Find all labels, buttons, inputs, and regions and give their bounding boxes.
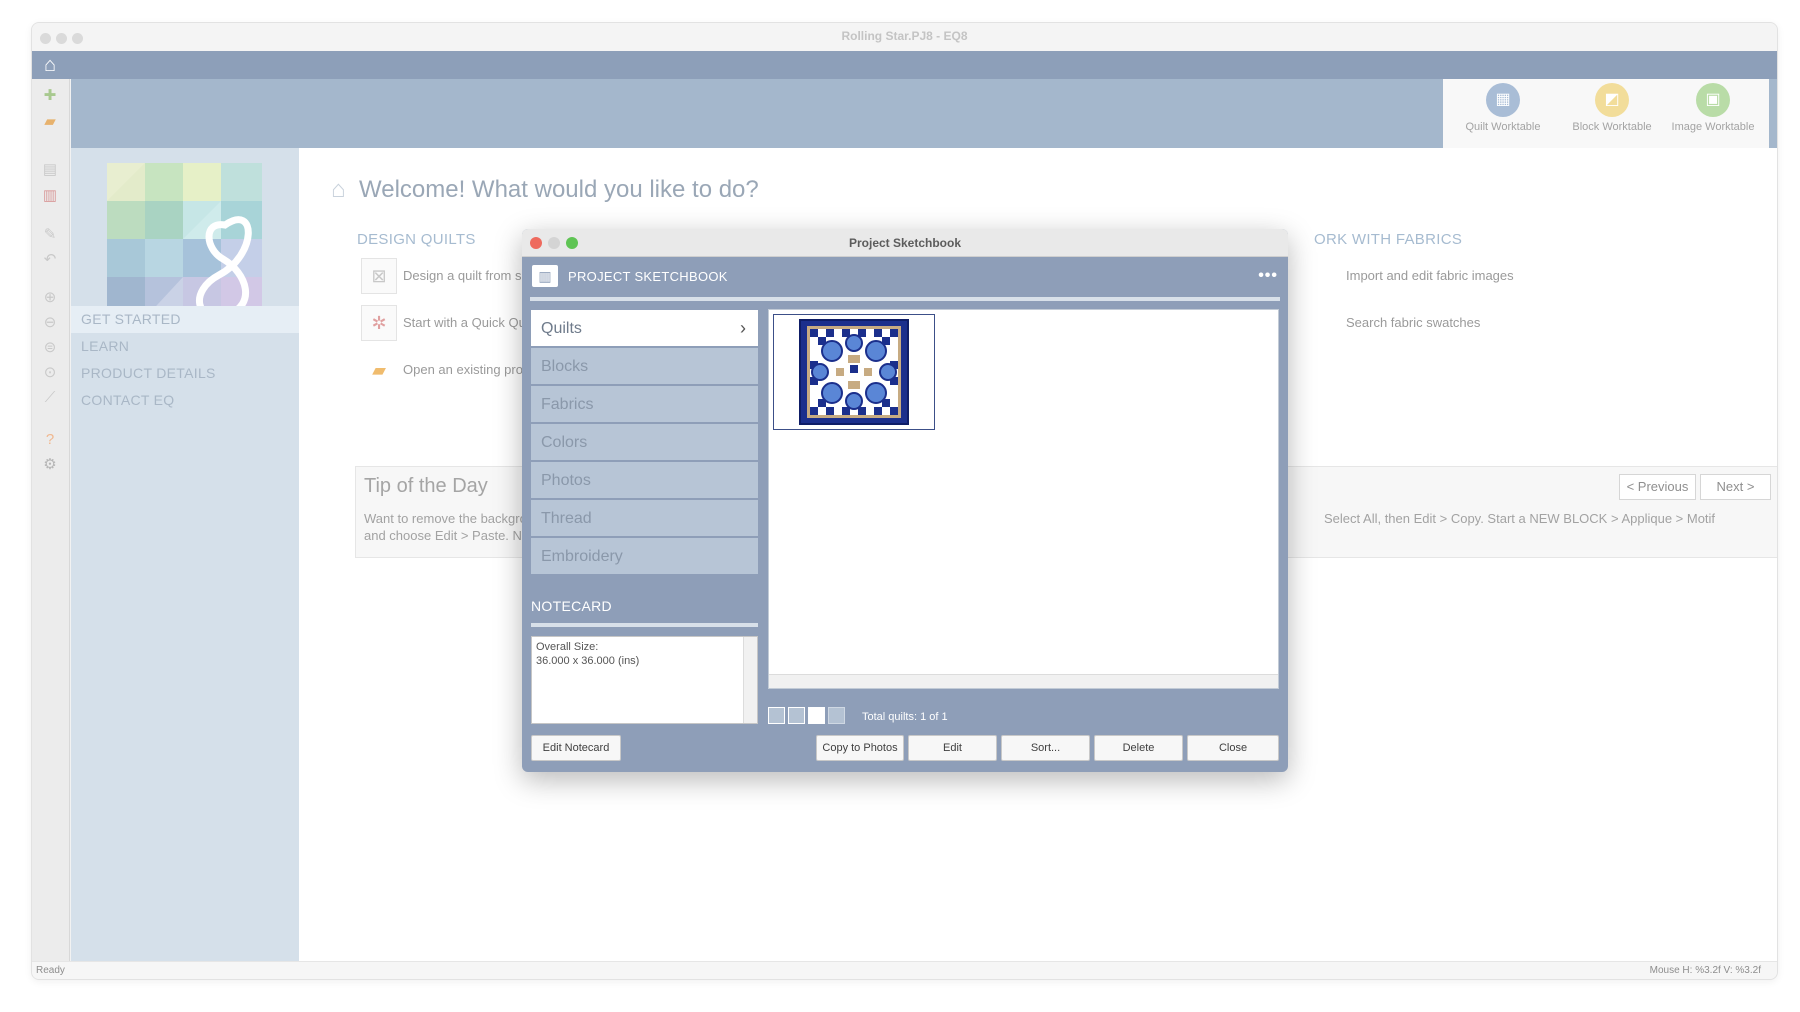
copy-to-photos-button[interactable]: Copy to Photos — [816, 735, 904, 761]
tool-strip: ✚ ▰ ▤ ▥ ✎ ↶ ⊕ ⊖ ⊜ ⊙ ⟋ ? ⚙ — [32, 79, 70, 979]
eq8-logo — [107, 163, 262, 318]
pencil-icon[interactable]: ✎ — [39, 224, 61, 246]
dialog-title: Project Sketchbook — [848, 236, 962, 250]
quilt-worktable-label: Quilt Worktable — [1465, 121, 1541, 133]
sketchbook-icon[interactable]: ▥ — [39, 185, 61, 207]
quilt-preview-image — [799, 319, 909, 425]
tip-next-button[interactable]: Next > — [1700, 474, 1771, 500]
edit-button[interactable]: Edit — [908, 735, 997, 761]
quilt-worktable-button[interactable]: ▦ Quilt Worktable — [1453, 83, 1553, 133]
zoom-out-icon[interactable]: ⊖ — [39, 312, 61, 334]
category-label: Quilts — [541, 320, 582, 337]
medium-thumbnails-icon[interactable] — [788, 707, 805, 724]
notecard-divider — [531, 623, 758, 627]
chevron-right-icon: › — [740, 318, 746, 338]
quilt-thumbnail[interactable] — [773, 314, 935, 430]
top-bar: ⌂ — [32, 51, 1777, 79]
notecard-textarea[interactable]: Overall Size: 36.000 x 36.000 (ins) — [531, 636, 758, 724]
more-options-button[interactable]: ••• — [1258, 267, 1278, 285]
notecard-line: 36.000 x 36.000 (ins) — [536, 655, 640, 667]
quick-quilt-icon: ✲ — [361, 305, 397, 341]
quilt-worktable-icon: ▦ — [1486, 83, 1520, 117]
mouse-coordinates: Mouse H: %3.2f V: %3.2f — [1649, 965, 1761, 976]
notecard-heading: NOTECARD — [531, 598, 612, 614]
close-button[interactable]: Close — [1187, 735, 1279, 761]
notecard-scrollbar[interactable] — [743, 637, 757, 723]
open-folder-icon[interactable]: ▰ — [39, 111, 61, 133]
category-embroidery[interactable]: Embroidery — [531, 538, 758, 575]
welcome-heading: Welcome! What would you like to do? — [359, 176, 759, 203]
new-project-icon[interactable]: ✚ — [39, 85, 61, 107]
worktable-switcher: ▦ Quilt Worktable ◩ Block Worktable ▣ Im… — [1443, 79, 1769, 148]
dialog-titlebar: Project Sketchbook — [522, 229, 1288, 257]
image-worktable-label: Image Worktable — [1671, 121, 1755, 133]
screen: Rolling Star.PJ8 - EQ8 ⌂ ✚ ▰ ▤ ▥ ✎ ↶ ⊕ ⊖… — [0, 0, 1800, 1012]
window-titlebar: Rolling Star.PJ8 - EQ8 — [32, 23, 1777, 51]
blank-quilt-icon: ⊠ — [361, 258, 397, 294]
measure-icon[interactable]: ⟋ — [39, 387, 61, 409]
project-sketchbook-dialog: Project Sketchbook ▥ PROJECT SKETCHBOOK … — [522, 229, 1288, 772]
zoom-refresh-icon[interactable]: ⊙ — [39, 362, 61, 384]
gallery-horizontal-scrollbar[interactable] — [769, 674, 1278, 688]
help-icon[interactable]: ? — [39, 429, 61, 451]
category-list: Quilts › Blocks Fabrics Colors Photos Th… — [531, 310, 758, 579]
notecard-line: Overall Size: — [536, 641, 599, 653]
gear-icon[interactable]: ⚙ — [39, 454, 61, 476]
quilt-gallery — [768, 309, 1279, 689]
design-quilts-heading: DESIGN QUILTS — [357, 231, 476, 248]
work-with-fabrics-heading: ORK WITH FABRICS — [1314, 231, 1463, 248]
tip-line2-left: and choose Edit > Paste. Now — [364, 528, 539, 543]
dialog-header-label: PROJECT SKETCHBOOK — [568, 269, 728, 284]
category-blocks[interactable]: Blocks — [531, 348, 758, 385]
image-worktable-icon: ▣ — [1696, 83, 1730, 117]
category-quilts[interactable]: Quilts › — [531, 310, 758, 347]
nav-get-started[interactable]: GET STARTED — [71, 306, 299, 333]
undo-icon[interactable]: ↶ — [39, 249, 61, 271]
block-worktable-icon: ◩ — [1595, 83, 1629, 117]
action-label: Search fabric swatches — [1346, 315, 1481, 330]
nav-product-details[interactable]: PRODUCT DETAILS — [71, 360, 299, 387]
add-to-sketchbook-icon[interactable]: ▤ — [39, 159, 61, 181]
tip-line1-right: Select All, then Edit > Copy. Start a NE… — [1324, 511, 1716, 526]
search-fabric-action[interactable]: Search fabric swatches — [1319, 305, 1559, 341]
zoom-fit-icon[interactable]: ⊜ — [39, 337, 61, 359]
nav-learn[interactable]: LEARN — [71, 333, 299, 360]
window-title: Rolling Star.PJ8 - EQ8 — [841, 29, 968, 43]
home-icon: ⌂ — [331, 176, 346, 203]
category-thread[interactable]: Thread — [531, 500, 758, 537]
dialog-header: ▥ PROJECT SKETCHBOOK ••• — [522, 257, 1288, 295]
sort-button[interactable]: Sort... — [1001, 735, 1090, 761]
nav-contact-eq[interactable]: CONTACT EQ — [71, 387, 299, 414]
small-thumbnails-icon[interactable] — [808, 707, 825, 724]
sidebar: GET STARTED LEARN PRODUCT DETAILS CONTAC… — [71, 148, 299, 963]
tip-line1-left: Want to remove the backgroun — [364, 511, 542, 526]
image-worktable-button[interactable]: ▣ Image Worktable — [1663, 83, 1763, 133]
total-quilts-count: Total quilts: 1 of 1 — [862, 711, 948, 723]
block-worktable-label: Block Worktable — [1572, 121, 1652, 133]
folder-icon: ▰ — [361, 352, 397, 388]
edit-notecard-button[interactable]: Edit Notecard — [531, 735, 621, 761]
delete-button[interactable]: Delete — [1094, 735, 1183, 761]
tip-previous-button[interactable]: < Previous — [1619, 474, 1696, 500]
header-divider — [530, 297, 1280, 301]
category-colors[interactable]: Colors — [531, 424, 758, 461]
sketchbook-icon: ▥ — [532, 265, 558, 287]
status-text: Ready — [36, 965, 65, 976]
import-fabric-action[interactable]: Import and edit fabric images — [1319, 258, 1559, 294]
large-thumbnails-icon[interactable] — [768, 707, 785, 724]
category-photos[interactable]: Photos — [531, 462, 758, 499]
action-label: Import and edit fabric images — [1346, 268, 1514, 283]
tiny-thumbnails-icon[interactable] — [828, 707, 845, 724]
tip-title: Tip of the Day — [364, 475, 488, 497]
zoom-in-icon[interactable]: ⊕ — [39, 287, 61, 309]
block-worktable-button[interactable]: ◩ Block Worktable — [1562, 83, 1662, 133]
home-icon[interactable]: ⌂ — [36, 53, 64, 77]
status-bar: Ready Mouse H: %3.2f V: %3.2f — [32, 961, 1777, 979]
category-fabrics[interactable]: Fabrics — [531, 386, 758, 423]
